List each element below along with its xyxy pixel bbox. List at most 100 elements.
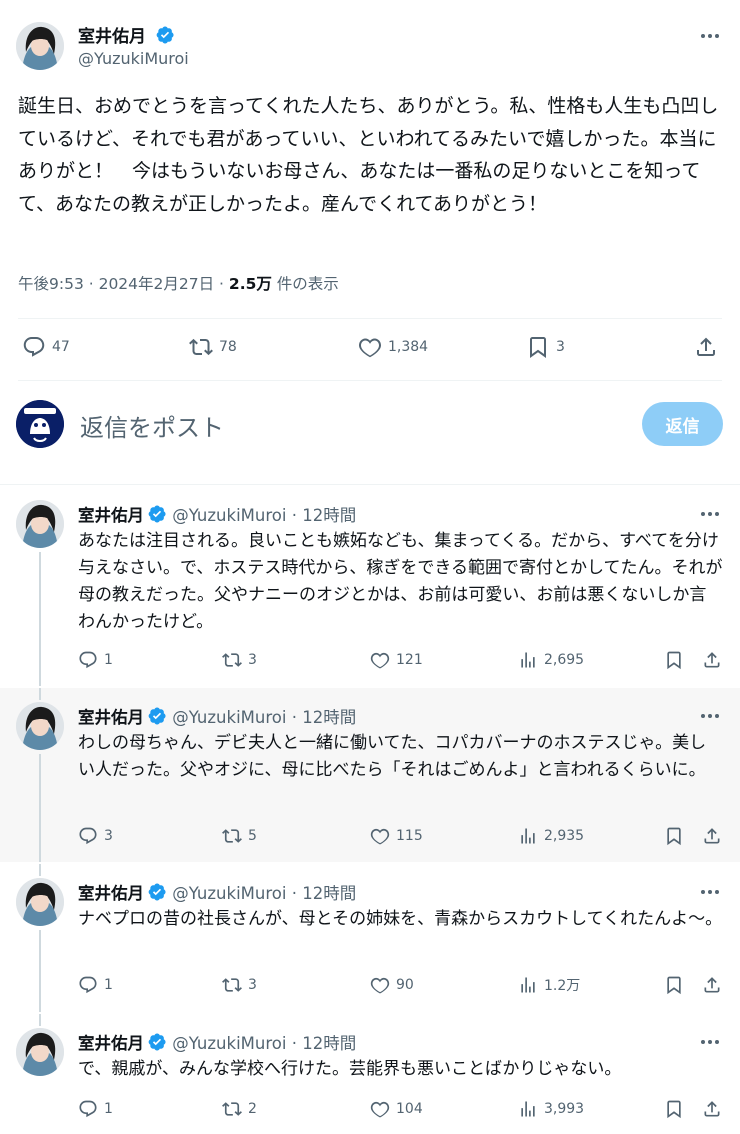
repost-button[interactable]: 2 [222,1099,257,1119]
reply-button[interactable]: 1 [78,975,113,995]
thread-line [39,864,41,876]
share-button[interactable] [702,826,722,846]
bookmark-count: 3 [556,339,565,355]
author-avatar[interactable] [16,1028,64,1076]
reply-submit-button[interactable]: 返信 [642,402,723,446]
reply-time[interactable]: · 12時間 [292,1034,357,1053]
reply-tweet[interactable]: 室井佑月 @YuzukiMuroi · 12時間 わしの母ちゃん、デビ夫人と一緒… [0,688,740,862]
more-icon[interactable] [698,704,722,728]
reply-time[interactable]: · 12時間 [292,708,357,727]
reply-button[interactable]: 47 [22,335,70,359]
author-name[interactable]: 室井佑月 [78,708,144,727]
views-icon [521,828,535,844]
author-name[interactable]: 室井佑月 [78,506,144,525]
thread-line [39,930,41,1012]
reply-button[interactable]: 1 [78,1099,113,1119]
author-name[interactable]: 室井佑月 [78,884,144,903]
verified-icon [156,26,174,44]
repost-button[interactable]: 3 [222,650,257,670]
tweet-actions: 47 78 1,384 3 [0,335,740,365]
repost-button[interactable]: 3 [222,975,257,995]
share-button[interactable] [702,975,722,995]
author-handle[interactable]: @YuzukiMuroi [172,884,286,903]
reply-icon [79,976,97,994]
author-avatar[interactable] [16,22,64,70]
reply-button[interactable]: 1 [78,650,113,670]
bookmark-icon [667,651,681,670]
divider [0,484,740,485]
author-name[interactable]: 室井佑月 [78,1034,144,1053]
tweet-time[interactable]: 午後9:53 · 2024年2月27日 · [18,275,229,293]
share-icon [704,1101,720,1117]
views-count: 3,993 [544,1101,585,1117]
author-handle[interactable]: @YuzukiMuroi [172,1034,286,1053]
reply-icon [79,1100,97,1118]
thread-line [39,688,41,700]
bookmark-button[interactable] [664,650,684,670]
reply-actions: 3 5 115 2,935 [0,826,740,850]
repost-count: 2 [248,1101,257,1117]
bookmark-icon [667,976,681,995]
like-icon [359,338,381,358]
author-avatar[interactable] [16,702,64,750]
reply-button[interactable]: 3 [78,826,113,846]
reply-time[interactable]: · 12時間 [292,506,357,525]
divider [18,318,722,319]
author-handle[interactable]: @YuzukiMuroi [172,708,286,727]
current-user-avatar[interactable] [16,400,64,448]
reply-input[interactable]: 返信をポスト [80,408,224,443]
reply-count: 1 [104,652,113,668]
verified-icon [148,505,166,523]
reply-time[interactable]: · 12時間 [292,884,357,903]
reply-text: ナベプロの昔の社長さんが、母とその姉妹を、青森からスカウトしてくれたんよ〜。 [78,909,723,929]
repost-button[interactable]: 78 [189,335,237,359]
author-avatar[interactable] [16,500,64,548]
repost-count: 3 [248,652,257,668]
repost-count: 5 [248,828,257,844]
views-button[interactable]: 2,695 [518,650,584,670]
like-count: 121 [396,652,423,668]
avatar-image [16,702,64,750]
repost-icon [222,653,242,667]
views-icon [521,1101,535,1117]
reply-actions: 1 3 121 2,695 [0,650,740,674]
like-icon [370,828,390,845]
like-button[interactable]: 1,384 [358,335,428,359]
author-handle[interactable]: @YuzukiMuroi [172,506,286,525]
more-icon[interactable] [698,880,722,904]
bookmark-button[interactable]: 3 [526,335,565,359]
avatar-image [16,22,64,70]
reply-count: 1 [104,977,113,993]
more-icon[interactable] [698,1030,722,1054]
bookmark-button[interactable] [664,975,684,995]
share-button[interactable] [702,650,722,670]
reply-tweet[interactable]: 室井佑月 @YuzukiMuroi · 12時間 で、親戚が、みんな学校へ行けた… [0,1014,740,1134]
author-avatar[interactable] [16,878,64,926]
share-button[interactable] [694,335,718,359]
repost-count: 78 [219,339,237,355]
verified-icon [148,1033,166,1051]
like-count: 104 [396,1101,423,1117]
share-icon [704,652,720,668]
like-button[interactable]: 121 [370,650,423,670]
views-button[interactable]: 3,993 [518,1099,584,1119]
views-icon [521,652,535,668]
verified-icon [148,883,166,901]
like-button[interactable]: 90 [370,975,414,995]
bookmark-button[interactable] [664,826,684,846]
author-name[interactable]: 室井佑月 [78,22,175,47]
more-icon[interactable] [698,502,722,526]
more-icon[interactable] [698,24,722,48]
share-button[interactable] [702,1099,722,1119]
views-count: 2.5万 [228,275,272,293]
reply-tweet[interactable]: 室井佑月 @YuzukiMuroi · 12時間 あなたは注目される。良いことも… [0,486,740,686]
like-button[interactable]: 104 [370,1099,423,1119]
author-handle[interactable]: @YuzukiMuroi [78,49,189,68]
reply-count: 47 [52,339,70,355]
views-button[interactable]: 1.2万 [518,975,580,995]
views-button[interactable]: 2,935 [518,826,584,846]
reply-tweet[interactable]: 室井佑月 @YuzukiMuroi · 12時間 ナベプロの昔の社長さんが、母と… [0,864,740,1012]
repost-button[interactable]: 5 [222,826,257,846]
like-button[interactable]: 115 [370,826,423,846]
bookmark-button[interactable] [664,1099,684,1119]
